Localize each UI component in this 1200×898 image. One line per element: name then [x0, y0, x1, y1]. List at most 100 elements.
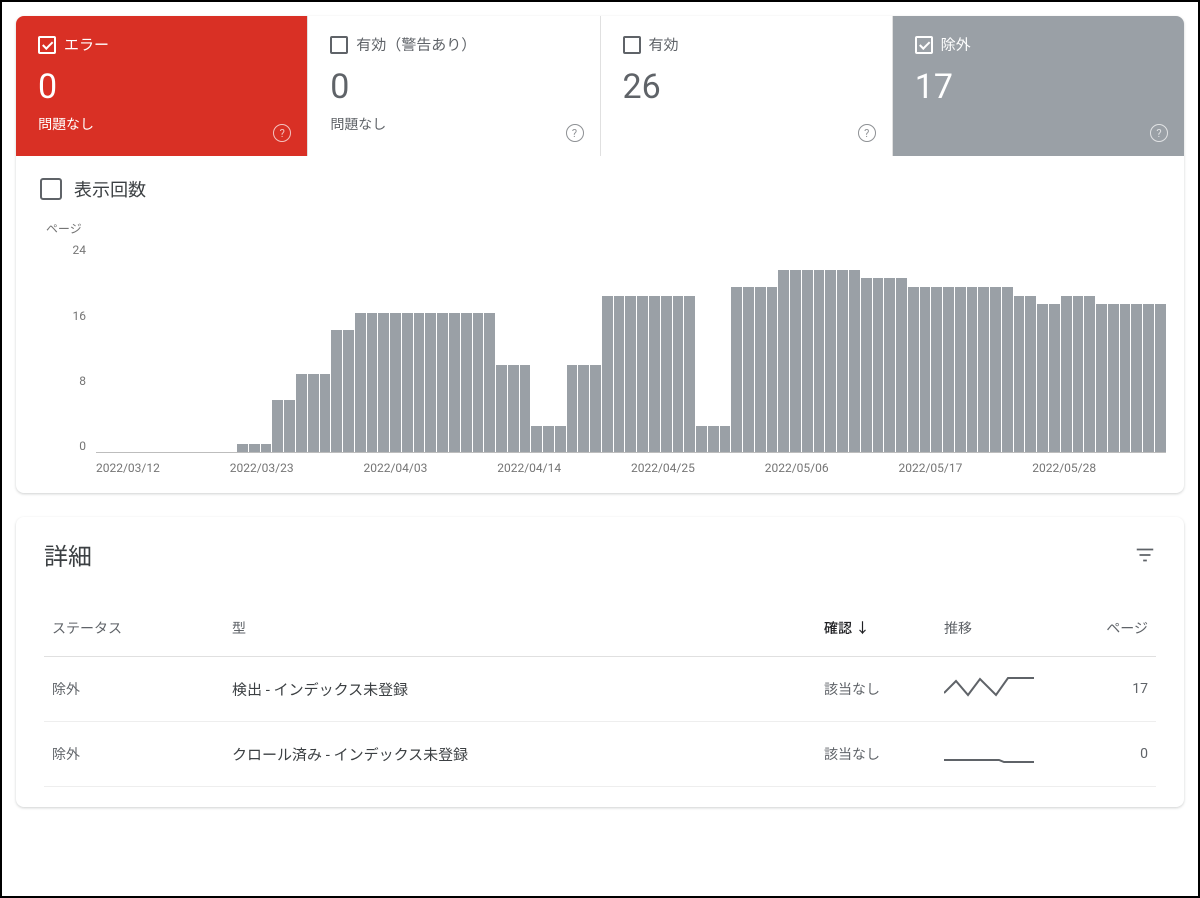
bar — [296, 374, 307, 452]
bar — [673, 296, 684, 453]
bar — [578, 365, 589, 452]
bar — [402, 313, 413, 452]
checkbox-icon — [38, 36, 56, 54]
bar — [931, 287, 942, 452]
tab-error-0[interactable]: エラー 0 問題なし? — [16, 16, 308, 156]
bar — [1155, 304, 1166, 452]
cell-trend — [936, 657, 1076, 722]
help-icon[interactable]: ? — [273, 124, 291, 142]
details-title: 詳細 — [44, 537, 92, 572]
bar — [378, 313, 389, 452]
chart-section: 表示回数 ページ 241680 2022/03/122022/03/232022… — [16, 156, 1184, 493]
bar — [237, 444, 248, 453]
table-row[interactable]: 除外クロール済み - インデックス未登録該当なし0 — [44, 722, 1156, 787]
bar — [449, 313, 460, 452]
col-pages[interactable]: ページ — [1076, 600, 1156, 657]
col-trend[interactable]: 推移 — [936, 600, 1076, 657]
bar — [367, 313, 378, 452]
bar — [1120, 304, 1131, 452]
bar — [320, 374, 331, 452]
summary-card: エラー0問題なし?有効（警告あり）0問題なし?有効26?除外17? 表示回数 ペ… — [16, 16, 1184, 493]
bar — [814, 270, 825, 453]
tab-label: 有効（警告あり） — [356, 34, 476, 55]
col-status[interactable]: ステータス — [44, 600, 224, 657]
tab-subtext: 問題なし — [38, 114, 285, 134]
bar — [414, 313, 425, 452]
tab-value: 17 — [915, 69, 1162, 106]
impressions-toggle[interactable]: 表示回数 — [40, 176, 1166, 202]
bar — [1108, 304, 1119, 452]
bar — [849, 270, 860, 453]
bar — [590, 365, 601, 452]
y-axis-label: ページ — [46, 220, 1166, 237]
bar — [755, 287, 766, 452]
bar — [625, 296, 636, 453]
cell-type: 検出 - インデックス未登録 — [224, 657, 816, 722]
y-tick: 0 — [60, 439, 86, 453]
help-icon[interactable]: ? — [858, 124, 876, 142]
col-confirm[interactable]: 確認 ↓ — [816, 600, 936, 657]
bar — [390, 313, 401, 452]
bar — [1084, 296, 1095, 453]
y-tick: 8 — [60, 374, 86, 388]
tab-label: エラー — [64, 34, 109, 55]
x-tick: 2022/03/12 — [96, 461, 230, 475]
bar — [461, 313, 472, 452]
bar — [308, 374, 319, 452]
bar — [343, 330, 354, 452]
bar — [696, 426, 707, 452]
bar — [1073, 296, 1084, 453]
bar — [484, 313, 495, 452]
bar — [1131, 304, 1142, 452]
cell-confirm: 該当なし — [816, 657, 936, 722]
x-tick: 2022/04/14 — [497, 461, 631, 475]
x-tick: 2022/05/17 — [899, 461, 1033, 475]
cell-pages: 17 — [1076, 657, 1156, 722]
details-table: ステータス 型 確認 ↓ 推移 ページ 除外検出 - インデックス未登録該当なし… — [44, 600, 1156, 787]
table-row[interactable]: 除外検出 - インデックス未登録該当なし 17 — [44, 657, 1156, 722]
bar — [602, 296, 613, 453]
tab-plain-2[interactable]: 有効 26? — [601, 16, 893, 156]
bars — [96, 243, 1166, 453]
col-type[interactable]: 型 — [224, 600, 816, 657]
bar — [249, 444, 260, 453]
tab-excluded-3[interactable]: 除外 17? — [893, 16, 1184, 156]
tab-plain-1[interactable]: 有効（警告あり）0問題なし? — [308, 16, 600, 156]
filter-icon[interactable] — [1134, 544, 1156, 566]
bar — [1002, 287, 1013, 452]
bar — [920, 287, 931, 452]
y-tick: 24 — [60, 243, 86, 257]
tab-label: 有効 — [649, 34, 679, 55]
cell-status: 除外 — [44, 657, 224, 722]
bar — [943, 287, 954, 452]
bar — [473, 313, 484, 452]
help-icon[interactable]: ? — [1150, 124, 1168, 142]
bar — [790, 270, 801, 453]
cell-confirm: 該当なし — [816, 722, 936, 787]
bar — [720, 426, 731, 452]
tab-value: 26 — [623, 69, 870, 106]
bar — [955, 287, 966, 452]
bar — [437, 313, 448, 452]
cell-status: 除外 — [44, 722, 224, 787]
tab-value: 0 — [38, 69, 285, 106]
bar — [555, 426, 566, 452]
cell-pages: 0 — [1076, 722, 1156, 787]
checkbox-icon — [40, 178, 62, 200]
bar — [637, 296, 648, 453]
x-tick: 2022/03/23 — [230, 461, 364, 475]
tab-label: 除外 — [941, 34, 971, 55]
bar — [649, 296, 660, 453]
y-axis: 241680 — [60, 243, 96, 453]
x-tick: 2022/04/03 — [364, 461, 498, 475]
table-header-row: ステータス 型 確認 ↓ 推移 ページ — [44, 600, 1156, 657]
impressions-label: 表示回数 — [74, 176, 146, 202]
bar — [567, 365, 578, 452]
bar — [1143, 304, 1154, 452]
bar — [331, 330, 342, 452]
checkbox-icon — [330, 36, 348, 54]
checkbox-icon — [623, 36, 641, 54]
x-tick: 2022/04/25 — [631, 461, 765, 475]
help-icon[interactable]: ? — [566, 124, 584, 142]
bar — [708, 426, 719, 452]
